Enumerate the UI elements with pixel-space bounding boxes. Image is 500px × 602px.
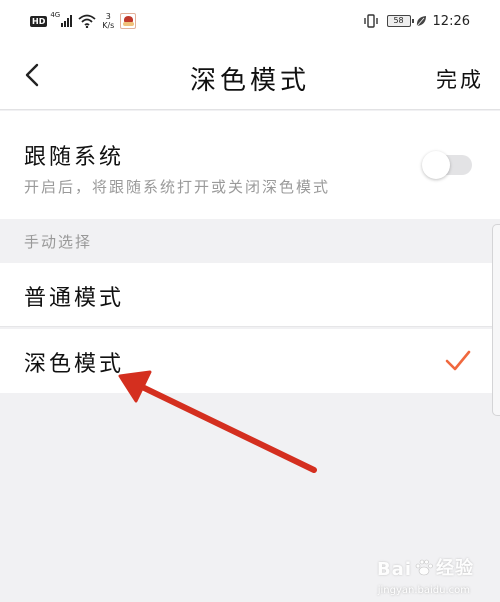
- speed-value: 3: [105, 12, 111, 21]
- scrollbar[interactable]: [492, 224, 500, 416]
- status-time: 12:26: [432, 13, 470, 29]
- wifi-icon: [78, 14, 96, 28]
- follow-system-toggle[interactable]: [422, 151, 472, 179]
- follow-system-title: 跟随系统: [24, 145, 125, 170]
- paw-icon: [415, 559, 433, 576]
- dark-mode-option[interactable]: 深色模式: [0, 329, 500, 393]
- watermark-brand: Bai: [376, 559, 412, 580]
- nav-bar: 深色模式 完成: [0, 40, 500, 110]
- signal-icon: [61, 15, 73, 27]
- status-bar: HD 4G 3 K/s 58 12:26: [0, 0, 500, 40]
- network-speed: 3 K/s: [102, 12, 114, 30]
- done-button[interactable]: 完成: [436, 64, 484, 94]
- leaf-icon: [416, 16, 426, 27]
- status-bar-left: HD 4G 3 K/s: [30, 11, 137, 31]
- app-notification-icon: [120, 13, 137, 29]
- battery-icon: 58: [386, 15, 414, 27]
- hd-icon: HD: [30, 15, 48, 27]
- normal-mode-label: 普通模式: [24, 286, 125, 311]
- manual-section-header: 手动选择: [24, 233, 93, 251]
- follow-system-description: 开启后，将跟随系统打开或关闭深色模式: [24, 178, 331, 196]
- watermark-brand-suffix: 经验: [436, 558, 474, 579]
- network-generation: 4G: [50, 11, 61, 19]
- checkmark-icon: [445, 350, 471, 371]
- normal-mode-option[interactable]: 普通模式: [0, 263, 500, 327]
- watermark-url: jingyan.baidu.com: [377, 585, 470, 596]
- dark-mode-label: 深色模式: [24, 352, 125, 377]
- baidu-watermark: Bai 经验: [377, 554, 474, 580]
- toggle-knob: [422, 151, 450, 179]
- vibrate-icon: [363, 14, 378, 28]
- speed-unit: K/s: [102, 21, 115, 30]
- page-title: 深色模式: [189, 66, 310, 96]
- status-bar-right: 58 12:26: [363, 11, 470, 31]
